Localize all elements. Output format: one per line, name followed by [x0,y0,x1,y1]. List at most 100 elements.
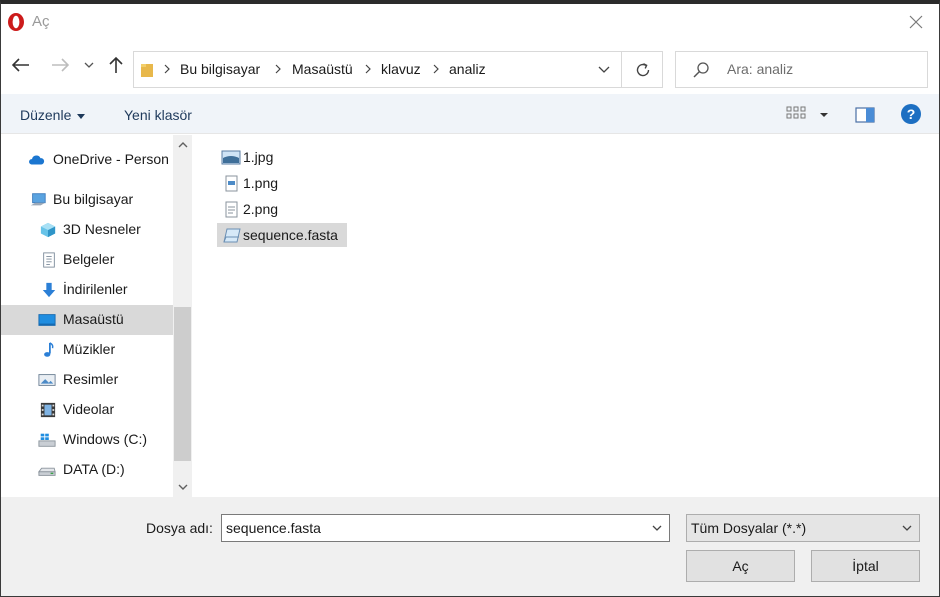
svg-text:?: ? [907,106,916,122]
breadcrumb-analiz[interactable]: analiz [449,61,486,77]
breadcrumb-separator-icon [273,61,283,77]
close-button[interactable] [893,4,939,40]
image-file-icon [221,150,241,165]
scroll-down-button[interactable] [173,477,192,497]
back-button[interactable] [8,52,34,78]
window-title: Aç [32,13,50,30]
file-name: 1.jpg [243,149,274,165]
cancel-button[interactable]: İptal [811,550,920,582]
desktop-icon [38,314,56,326]
breadcrumb-separator-icon [431,61,441,77]
sidebar-item-music[interactable]: Müzikler [1,335,173,365]
breadcrumb-separator-icon [162,61,172,77]
sidebar-item-label: Belgeler [63,251,115,267]
chevron-down-icon [84,62,94,68]
sidebar-item-data-d[interactable]: DATA (D:) [1,455,173,485]
close-icon [909,15,923,29]
sidebar-item-label: Masaüstü [63,311,124,327]
chevron-down-icon [598,66,610,73]
breadcrumb-separator-icon [363,61,373,77]
filetype-select[interactable]: Tüm Dosyalar (*.*) [686,514,920,542]
sidebar-item-label: Müzikler [63,341,116,357]
file-item-1-png[interactable]: 1.png [217,171,307,195]
recent-locations-button[interactable] [78,52,100,78]
document-icon [43,252,55,268]
scroll-up-button[interactable] [173,135,192,155]
music-note-icon [44,342,54,357]
help-icon[interactable]: ? [900,103,922,125]
filetype-value: Tüm Dosyalar (*.*) [691,520,807,536]
cloud-icon [29,155,45,165]
filetype-dropdown-button[interactable] [895,515,919,541]
caret-down-icon [77,113,86,119]
sidebar-item-this-pc[interactable]: Bu bilgisayar [1,185,173,215]
sidebar-item-label: DATA (D:) [63,461,125,477]
breadcrumb-klavuz[interactable]: klavuz [381,61,421,77]
file-item-1-jpg[interactable]: 1.jpg [217,145,301,169]
new-folder-button[interactable]: Yeni klasör [124,107,192,123]
breadcrumb-bu-bilgisayar[interactable]: Bu bilgisayar [180,61,260,77]
sidebar-item-label: Bu bilgisayar [53,191,134,207]
refresh-button[interactable] [621,52,663,87]
sidebar-item-label: OneDrive - Person [53,151,169,167]
arrow-left-icon [12,58,29,72]
filename-dropdown-button[interactable] [645,515,669,541]
filename-value: sequence.fasta [226,520,321,536]
sidebar-item-downloads[interactable]: İndirilenler [1,275,173,305]
sidebar-item-label: İndirilenler [63,281,128,297]
opera-logo-icon [8,13,24,31]
title-bar: Aç [1,4,939,40]
search-input[interactable]: Ara: analiz [675,51,928,88]
folder-icon [141,64,153,77]
organize-label: Düzenle [20,107,72,123]
open-file-dialog: Aç Bu bilgisayar Masaüstü klavuz analiz … [0,0,940,597]
search-placeholder: Ara: analiz [727,61,794,77]
cube-icon [40,222,56,238]
filename-input[interactable]: sequence.fasta [221,514,670,542]
navigation-pane: OneDrive - Person Bu bilgisayar 3D Nesne… [1,135,192,497]
arrow-up-icon [109,56,123,73]
picture-icon [38,374,56,386]
chevron-down-icon [652,525,662,531]
drive-icon [38,467,56,476]
sidebar-item-desktop[interactable]: Masaüstü [1,305,173,335]
open-button[interactable]: Aç [686,550,795,582]
breadcrumb-masaustu[interactable]: Masaüstü [292,61,353,77]
file-item-2-png[interactable]: 2.png [217,197,307,221]
generic-file-icon [223,228,241,243]
forward-button[interactable] [47,52,73,78]
file-item-sequence-fasta[interactable]: sequence.fasta [217,223,347,247]
view-options-icon[interactable] [786,106,808,122]
organize-button[interactable]: Düzenle [20,107,86,123]
sidebar-item-videos[interactable]: Videolar [1,395,173,425]
chevron-up-icon [178,142,187,148]
scrollbar-thumb[interactable] [174,307,191,461]
file-list: 1.jpg 1.png 2.png sequence.fasta [193,135,939,497]
arrow-right-icon [52,58,69,72]
address-bar[interactable]: Bu bilgisayar Masaüstü klavuz analiz [133,51,663,88]
sidebar-item-pictures[interactable]: Resimler [1,365,173,395]
navigation-scrollbar[interactable] [173,135,192,497]
file-name: sequence.fasta [243,227,338,243]
command-toolbar: Düzenle Yeni klasör ? [1,94,939,134]
up-button[interactable] [103,52,129,78]
navigation-row: Bu bilgisayar Masaüstü klavuz analiz Ara… [1,40,939,92]
file-name: 2.png [243,201,279,217]
chevron-down-icon [178,484,187,490]
sidebar-item-label: 3D Nesneler [63,221,141,237]
sidebar-item-onedrive[interactable]: OneDrive - Person [1,145,173,175]
preview-pane-icon[interactable] [855,107,875,123]
sidebar-item-windows-c[interactable]: Windows (C:) [1,425,173,455]
windows-drive-icon [38,433,56,447]
film-icon [40,402,56,418]
refresh-icon [636,62,649,76]
sidebar-item-3d-objects[interactable]: 3D Nesneler [1,215,173,245]
computer-icon [30,193,46,206]
sidebar-item-label: Videolar [63,401,115,417]
file-name: 1.png [243,175,279,191]
sidebar-item-documents[interactable]: Belgeler [1,245,173,275]
view-caret-icon[interactable] [819,112,829,118]
png-file-icon [225,201,238,218]
address-history-button[interactable] [587,52,621,87]
dialog-footer: Dosya adı: sequence.fasta Tüm Dosyalar (… [1,497,939,596]
